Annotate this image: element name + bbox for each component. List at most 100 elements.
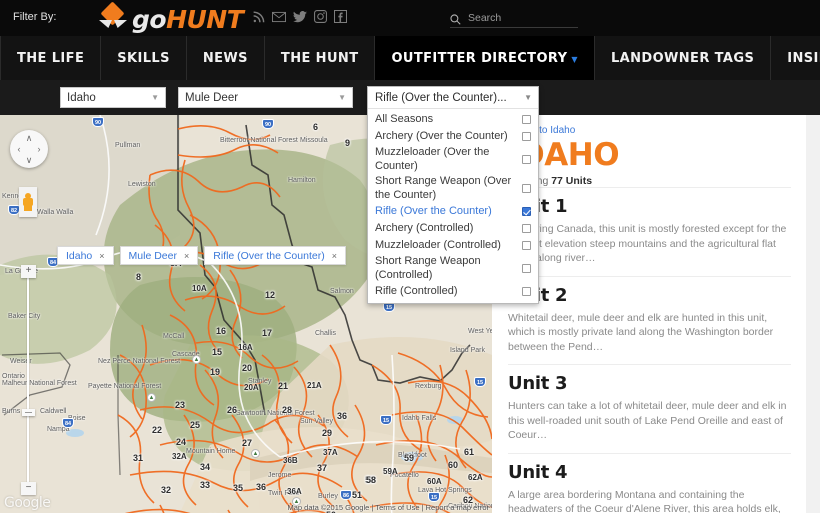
map-unit-number[interactable]: 12 xyxy=(265,290,275,300)
unit-name[interactable]: Unit 2 xyxy=(508,285,791,306)
map-unit-number[interactable]: 31 xyxy=(133,453,143,463)
map-unit-number[interactable]: 6 xyxy=(313,122,318,132)
map-unit-number[interactable]: 37 xyxy=(317,463,327,473)
nav-item-skills[interactable]: SKILLS xyxy=(101,36,187,80)
map-unit-number[interactable]: 28 xyxy=(282,405,292,415)
map-unit-number[interactable]: 32 xyxy=(161,485,171,495)
pan-down-icon[interactable]: ∨ xyxy=(23,155,35,165)
filter-chip[interactable]: Idaho × xyxy=(57,246,114,265)
map-unit-number[interactable]: 32A xyxy=(172,452,187,461)
map-unit-number[interactable]: 25 xyxy=(190,420,200,430)
season-option-checkbox[interactable] xyxy=(522,224,531,233)
nav-item-news[interactable]: NEWS xyxy=(187,36,265,80)
map-unit-number[interactable]: 29 xyxy=(322,428,332,438)
rss-icon[interactable] xyxy=(252,10,265,23)
map-unit-number[interactable]: 36 xyxy=(337,411,347,421)
map-unit-number[interactable]: 22 xyxy=(152,425,162,435)
map-unit-number[interactable]: 60 xyxy=(448,460,458,470)
species-select[interactable]: Mule Deer ▼ xyxy=(178,87,353,108)
map-unit-number[interactable]: 21A xyxy=(307,381,322,390)
season-option-checkbox[interactable] xyxy=(522,132,531,141)
map-zoom-slider[interactable]: + − xyxy=(21,265,36,495)
unit-name[interactable]: Unit 4 xyxy=(508,462,791,483)
map-unit-number[interactable]: 24 xyxy=(176,437,186,447)
map-unit-number[interactable]: 17 xyxy=(262,328,272,338)
season-option[interactable]: All Seasons xyxy=(368,111,538,128)
filter-chip[interactable]: Rifle (Over the Counter) × xyxy=(204,246,346,265)
unit-list-item[interactable]: Unit 3 Hunters can take a lot of whitetai… xyxy=(508,364,791,453)
map-unit-number[interactable]: 59 xyxy=(404,453,414,463)
season-option-checkbox[interactable] xyxy=(522,287,531,296)
map-unit-number[interactable]: 35 xyxy=(233,483,243,493)
map-unit-number[interactable]: 23 xyxy=(175,400,185,410)
map-unit-number[interactable]: 15 xyxy=(212,347,222,357)
back-to-idaho-link[interactable]: ‹ Back to Idaho xyxy=(508,115,791,136)
zoom-out-button[interactable]: − xyxy=(21,482,36,495)
map-unit-number[interactable]: 8 xyxy=(136,272,141,282)
zoom-in-button[interactable]: + xyxy=(21,265,36,278)
unit-list-item[interactable]: Unit 1 Bordering Canada, this unit is mos… xyxy=(508,187,791,276)
map-unit-number[interactable]: 26 xyxy=(227,405,237,415)
nav-item-outfitter-directory[interactable]: OUTFITTER DIRECTORY ▼ xyxy=(375,36,595,80)
unit-list-item[interactable]: Unit 4 A large area bordering Montana and… xyxy=(508,452,791,513)
filter-chip[interactable]: Mule Deer × xyxy=(119,246,199,265)
close-icon[interactable]: × xyxy=(99,251,104,261)
email-icon[interactable] xyxy=(272,11,286,23)
season-option-checkbox[interactable] xyxy=(522,264,531,273)
season-option-checkbox[interactable] xyxy=(522,115,531,124)
season-option[interactable]: Short Range Weapon (Over the Counter) xyxy=(368,174,538,203)
unit-name[interactable]: Unit 1 xyxy=(508,197,791,217)
map-unit-number[interactable]: 16 xyxy=(216,326,226,336)
instagram-icon[interactable] xyxy=(314,10,327,23)
map-unit-number[interactable]: 62A xyxy=(468,473,483,482)
season-option[interactable]: Rifle (Controlled) xyxy=(368,283,538,300)
map-unit-number[interactable]: 21 xyxy=(278,381,288,391)
map-unit-number[interactable]: 10A xyxy=(192,284,207,293)
season-option[interactable]: Short Range Weapon (Controlled) xyxy=(368,254,538,283)
unit-list-panel[interactable]: ‹ Back to Idaho IDAHO Showing 77 Units U… xyxy=(492,115,820,513)
map-unit-number[interactable]: 60A xyxy=(427,477,442,486)
state-select[interactable]: Idaho ▼ xyxy=(60,87,166,108)
nav-item-insider[interactable]: INSIDER xyxy=(771,36,820,80)
map-unit-number[interactable]: 58 xyxy=(366,475,376,485)
map-unit-number[interactable]: 37A xyxy=(323,448,338,457)
season-option-checkbox[interactable] xyxy=(522,241,531,250)
season-option[interactable]: Rifle (Over the Counter) xyxy=(368,203,538,220)
map-unit-number[interactable]: 19 xyxy=(210,367,220,377)
season-option[interactable]: Muzzleloader (Over the Counter) xyxy=(368,145,538,174)
street-view-pegman[interactable] xyxy=(19,187,37,217)
close-icon[interactable]: × xyxy=(184,251,189,261)
map-unit-number[interactable]: 20 xyxy=(242,363,252,373)
pan-up-icon[interactable]: ∧ xyxy=(23,133,35,143)
map-unit-number[interactable]: 51 xyxy=(352,490,362,500)
search-input[interactable] xyxy=(468,11,568,24)
pan-left-icon[interactable]: ‹ xyxy=(13,144,25,154)
map-unit-number[interactable]: 36 xyxy=(256,482,266,492)
map-unit-number[interactable]: 36B xyxy=(283,456,298,465)
close-icon[interactable]: × xyxy=(332,251,337,261)
season-select-header[interactable]: Rifle (Over the Counter)... ▼ xyxy=(368,87,538,109)
unit-list-item[interactable]: Unit 2 Whitetail deer, mule deer and elk … xyxy=(508,275,791,365)
pan-right-icon[interactable]: › xyxy=(33,144,45,154)
season-option[interactable]: Muzzleloader (Controlled) xyxy=(368,237,538,254)
nav-item-the-life[interactable]: THE LIFE xyxy=(1,36,102,80)
report-map-error-link[interactable]: Report a map error xyxy=(426,503,489,512)
twitter-icon[interactable] xyxy=(293,10,307,23)
terms-of-use-link[interactable]: Terms of Use xyxy=(375,503,419,512)
map-unit-number[interactable]: 34 xyxy=(200,462,210,472)
season-multiselect-dropdown[interactable]: Rifle (Over the Counter)... ▼ All Season… xyxy=(367,86,539,304)
season-option[interactable]: Archery (Over the Counter) xyxy=(368,128,538,145)
map-unit-number[interactable]: 27 xyxy=(242,438,252,448)
map-unit-number[interactable]: 59A xyxy=(383,467,398,476)
search-bar[interactable] xyxy=(450,8,578,28)
map-unit-number[interactable]: 9 xyxy=(345,138,350,148)
unit-name[interactable]: Unit 3 xyxy=(508,374,791,394)
season-option-checkbox[interactable] xyxy=(522,155,531,164)
season-option-checkbox[interactable] xyxy=(522,184,531,193)
map-unit-number[interactable]: 33 xyxy=(200,480,210,490)
facebook-icon[interactable] xyxy=(334,10,347,23)
nav-item-landowner-tags[interactable]: LANDOWNER TAGS xyxy=(595,36,772,80)
season-option[interactable]: Archery (Controlled) xyxy=(368,220,538,237)
nav-item-the-hunt[interactable]: THE HUNT xyxy=(265,36,376,80)
map-unit-number[interactable]: 20A xyxy=(244,383,259,392)
